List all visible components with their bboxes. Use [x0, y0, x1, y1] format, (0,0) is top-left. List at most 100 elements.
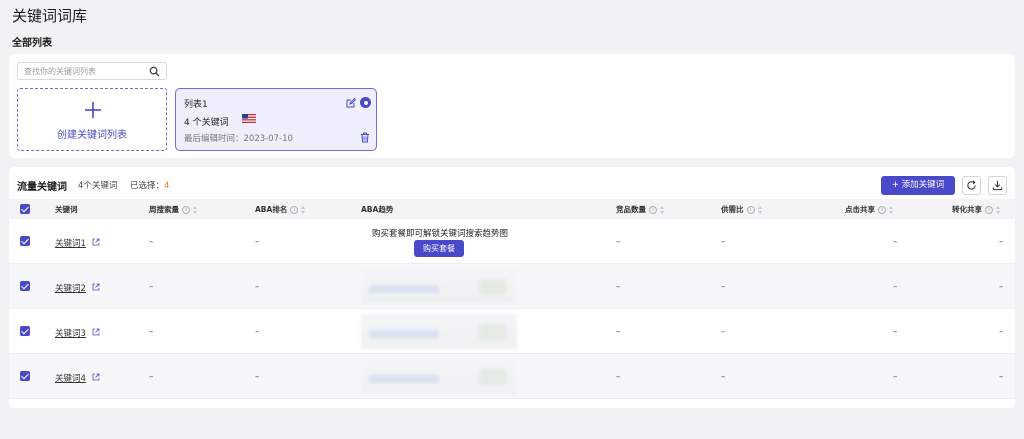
row-checkbox[interactable]	[20, 281, 30, 291]
header-competitors-label: 竞品数量	[616, 205, 646, 214]
sort-icon[interactable]	[996, 205, 1001, 214]
header-supply-demand-label: 供需比	[721, 205, 744, 214]
weekly-search-value: –	[149, 327, 154, 337]
header-keyword-label: 关键词	[55, 205, 78, 214]
header-click-share[interactable]: 点击共享 i	[845, 204, 894, 215]
header-weekly-search-label: 周搜索量	[149, 205, 179, 214]
header-aba-rank[interactable]: ABA排名 i	[255, 204, 306, 215]
row-checkbox[interactable]	[20, 326, 30, 336]
refresh-button[interactable]	[962, 176, 981, 195]
click-share-value: –	[893, 237, 898, 247]
sort-icon[interactable]	[301, 205, 306, 214]
refresh-icon	[967, 180, 976, 190]
external-link-icon[interactable]	[92, 328, 100, 336]
weekly-search-value: –	[149, 237, 154, 247]
aba-rank-value: –	[255, 237, 260, 247]
info-icon[interactable]: i	[182, 205, 190, 214]
table-row: 关键词1 – – – – – –	[9, 219, 1015, 264]
plus-icon	[85, 102, 101, 118]
conversion-share-value: –	[999, 372, 1004, 382]
external-link-icon[interactable]	[92, 238, 100, 246]
buy-package-button[interactable]: 购买套餐	[414, 240, 464, 257]
table-row: 关键词3 – – – – – –	[9, 309, 1015, 354]
keyword-list-card[interactable]: 列表1 4 个关键词 最后编辑时间：2023-07-10	[175, 88, 377, 151]
sort-icon[interactable]	[889, 205, 894, 214]
info-icon[interactable]: i	[746, 205, 755, 214]
weekly-search-value: –	[149, 282, 154, 292]
header-supply-demand[interactable]: 供需比 i	[721, 204, 763, 215]
competitors-value: –	[616, 327, 621, 337]
row-checkbox[interactable]	[20, 371, 30, 381]
header-competitors[interactable]: 竞品数量 i	[616, 204, 665, 215]
keyword-link[interactable]: 关键词3	[55, 327, 86, 339]
trash-icon[interactable]	[360, 132, 370, 143]
conversion-share-value: –	[999, 327, 1004, 337]
us-flag-icon	[242, 114, 256, 123]
sort-icon[interactable]	[660, 205, 665, 214]
locked-trend-chart	[361, 269, 517, 304]
supply-demand-value: –	[721, 372, 726, 382]
table-title: 流量关键词	[17, 182, 67, 193]
sort-icon[interactable]	[193, 205, 198, 214]
supply-demand-value: –	[721, 282, 726, 292]
table-row: 关键词2 – – – – – –	[9, 264, 1015, 309]
list-name: 列表1	[184, 100, 208, 110]
conversion-share-value: –	[999, 237, 1004, 247]
info-icon[interactable]: i	[290, 205, 299, 214]
search-input[interactable]	[24, 65, 142, 78]
header-conversion-share[interactable]: 转化共享 i	[952, 204, 1001, 215]
download-icon	[992, 180, 1003, 191]
locked-trend-chart	[361, 359, 517, 394]
selected-number: 4	[164, 181, 170, 191]
keyword-count: 4个关键词	[78, 181, 118, 191]
add-keyword-button[interactable]: + 添加关键词	[881, 176, 955, 195]
select-all-checkbox[interactable]	[20, 204, 30, 214]
keyword-table-panel: 流量关键词 4个关键词 已选择：4 + 添加关键词 关键词 周搜索量 i ABA排…	[9, 167, 1015, 408]
aba-rank-value: –	[255, 372, 260, 382]
list-last-edited: 最后编辑时间：2023-07-10	[184, 134, 293, 144]
supply-demand-value: –	[721, 327, 726, 337]
row-checkbox[interactable]	[20, 236, 30, 246]
external-link-icon[interactable]	[92, 373, 100, 381]
info-icon[interactable]: i	[649, 205, 657, 214]
search-box	[17, 62, 167, 80]
supply-demand-value: –	[721, 237, 726, 247]
weekly-search-value: –	[149, 372, 154, 382]
click-share-value: –	[893, 282, 898, 292]
page-title: 关键词词库	[12, 7, 88, 25]
click-share-value: –	[893, 327, 898, 337]
info-icon[interactable]: i	[878, 205, 886, 214]
edit-icon[interactable]	[346, 98, 356, 108]
header-keyword: 关键词	[55, 204, 78, 215]
external-link-icon[interactable]	[92, 283, 100, 291]
keyword-link[interactable]: 关键词2	[55, 282, 86, 294]
header-aba-trend-label: ABA趋势	[361, 205, 394, 214]
list-keyword-count: 4 个关键词	[184, 118, 229, 128]
aba-rank-value: –	[255, 282, 260, 292]
info-icon[interactable]: i	[985, 205, 993, 214]
competitors-value: –	[616, 237, 621, 247]
click-share-value: –	[893, 372, 898, 382]
aba-rank-value: –	[255, 327, 260, 337]
search-icon[interactable]	[149, 66, 160, 77]
keyword-link[interactable]: 关键词1	[55, 237, 86, 249]
create-list-button[interactable]: 创建关键词列表	[17, 88, 167, 151]
selected-label: 已选择：	[130, 181, 165, 191]
conversion-share-value: –	[999, 282, 1004, 292]
competitors-value: –	[616, 282, 621, 292]
download-button[interactable]	[988, 176, 1007, 195]
unlock-trend-message: 购买套餐即可解锁关键词搜索趋势图	[371, 229, 508, 239]
header-aba-trend: ABA趋势	[361, 204, 393, 215]
sort-icon[interactable]	[757, 205, 763, 214]
header-weekly-search[interactable]: 周搜索量 i	[149, 204, 198, 215]
section-title: 全部列表	[12, 38, 52, 49]
selected-count: 已选择：4	[130, 179, 169, 191]
selected-radio-icon[interactable]	[360, 97, 371, 108]
locked-trend-chart	[361, 314, 517, 349]
header-aba-rank-label: ABA排名	[255, 205, 288, 214]
header-click-share-label: 点击共享	[845, 205, 875, 214]
table-row: 关键词4 – – – – – –	[9, 354, 1015, 399]
keyword-link[interactable]: 关键词4	[55, 372, 86, 384]
keyword-lists-panel: 创建关键词列表 列表1 4 个关键词 最后编辑时间：2023-07-10	[9, 54, 1015, 158]
create-list-label: 创建关键词列表	[57, 130, 127, 141]
